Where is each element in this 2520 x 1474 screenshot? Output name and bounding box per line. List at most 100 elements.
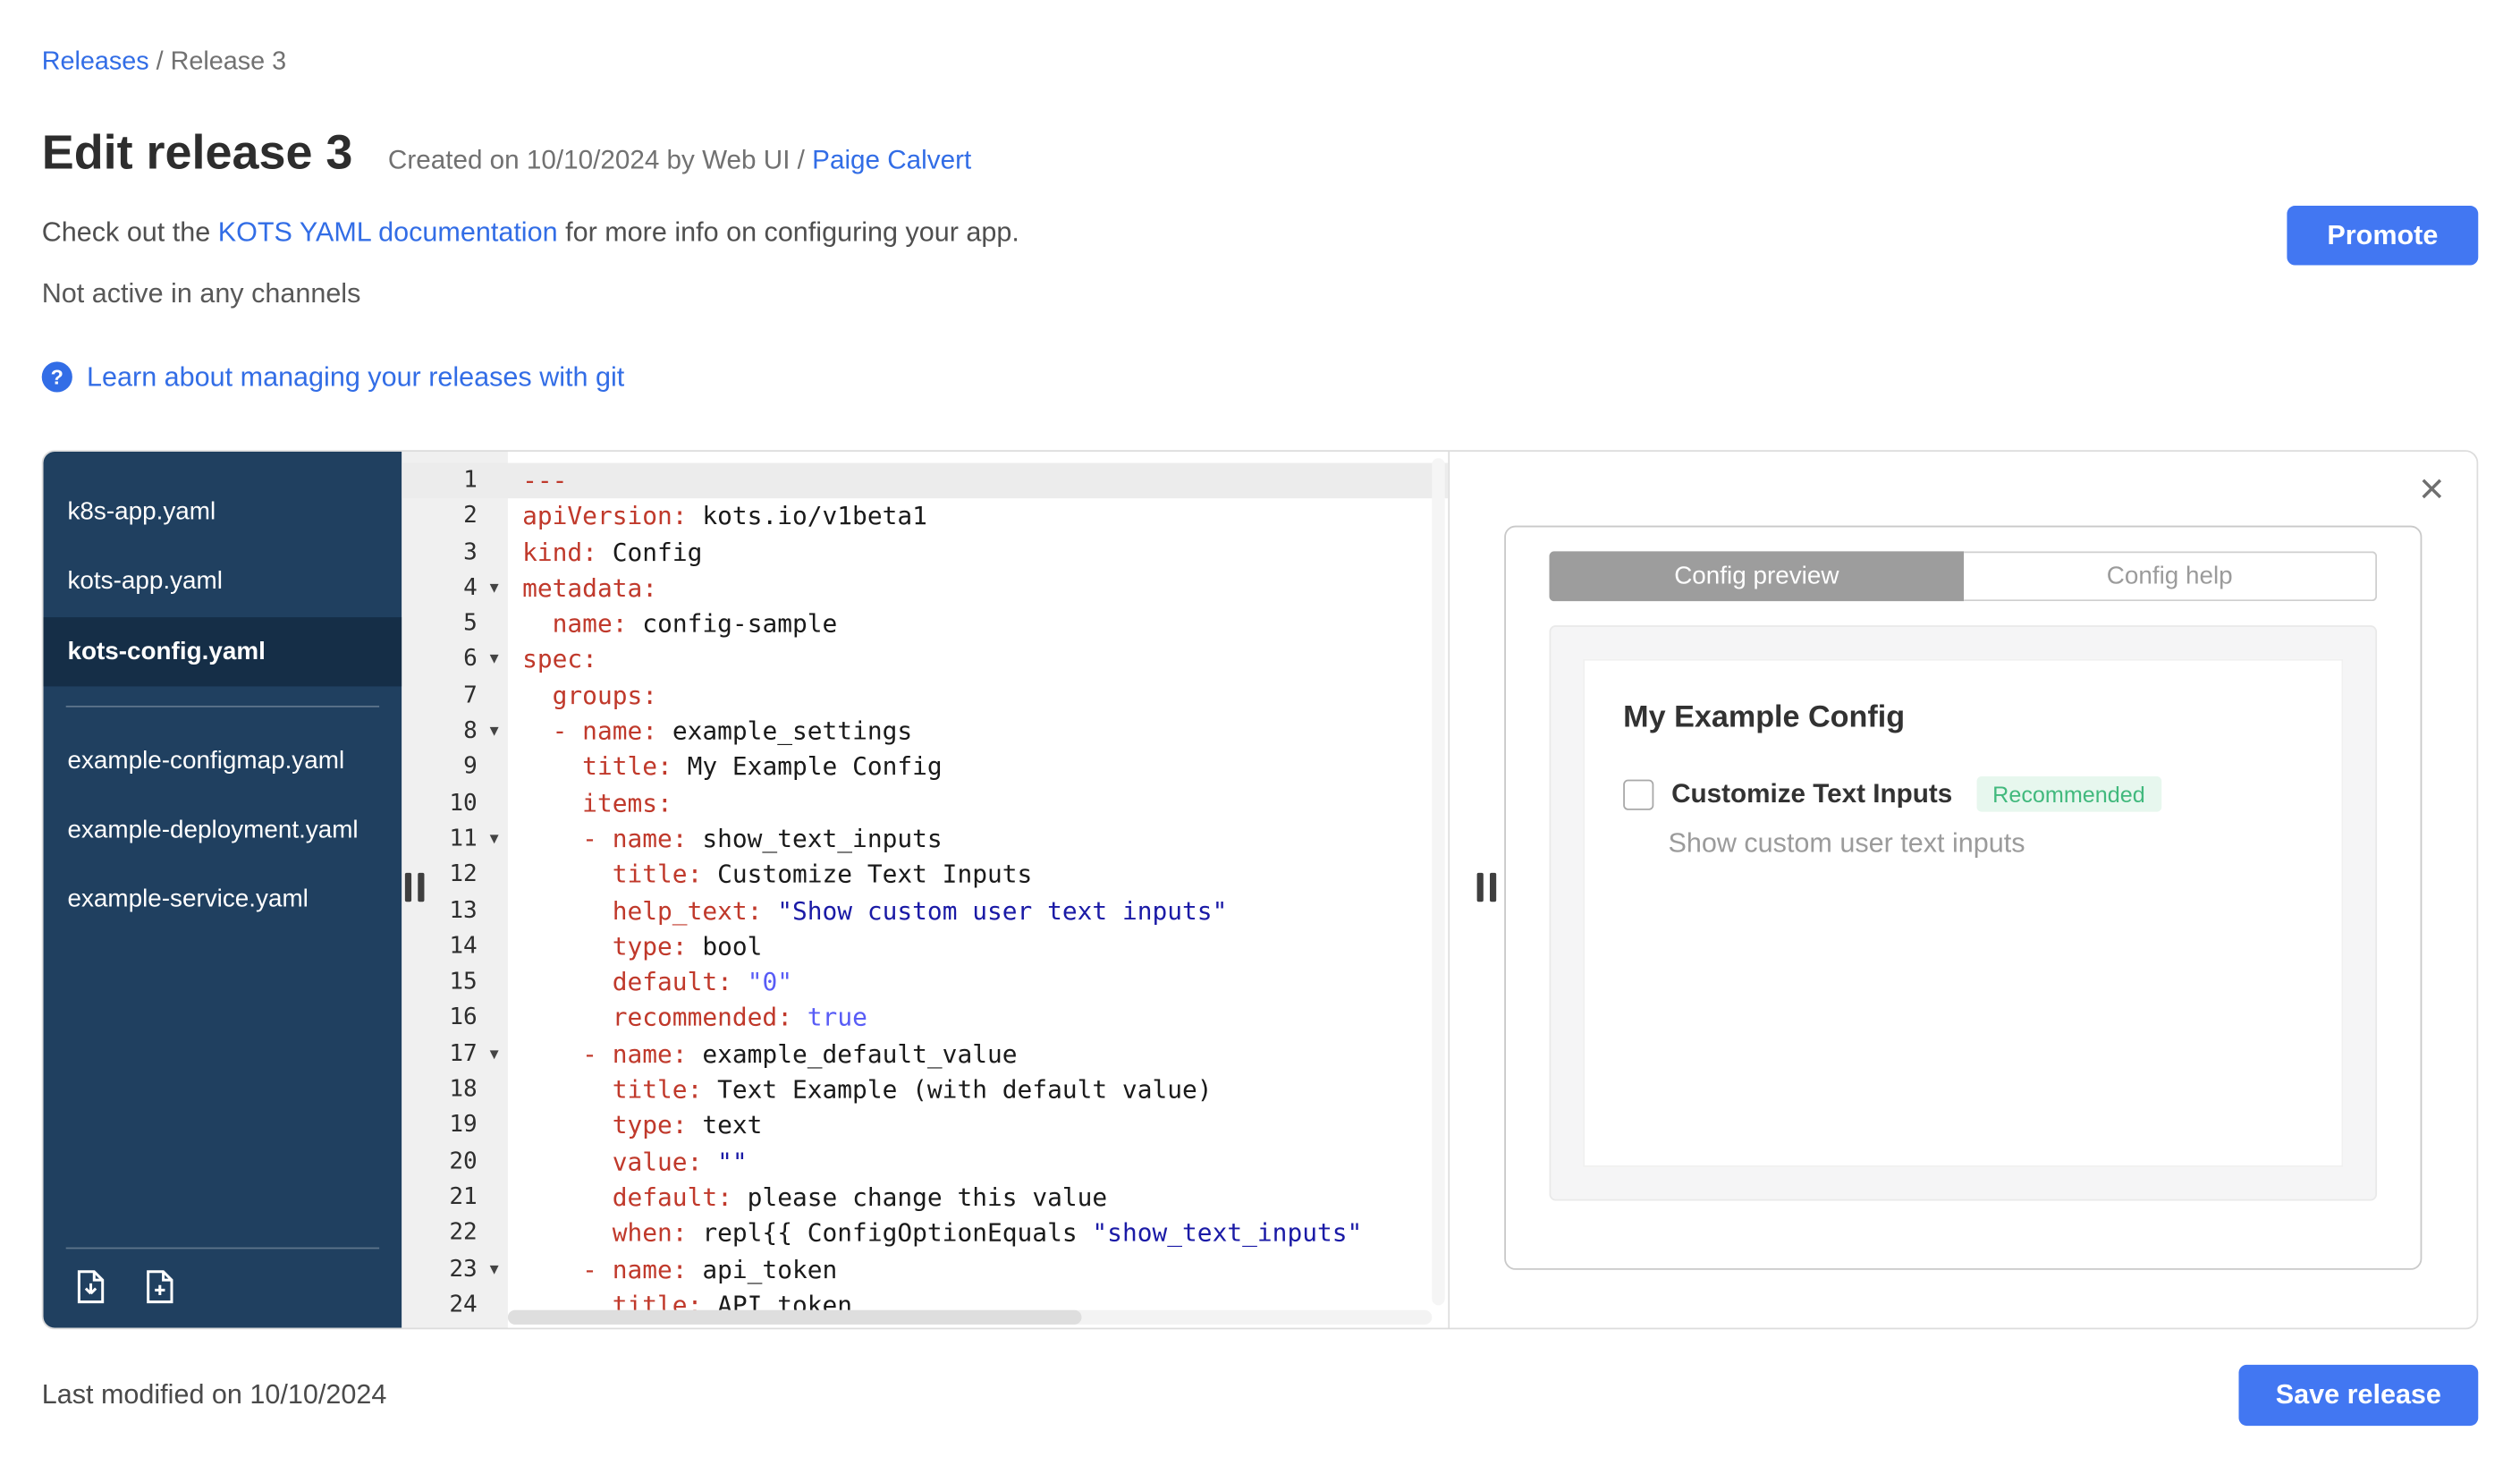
file-item[interactable]: example-deployment.yaml: [44, 796, 402, 866]
code-text: type: bool: [522, 932, 763, 961]
fold-caret-icon[interactable]: ▾: [480, 1251, 508, 1287]
fold-caret-empty: [480, 965, 508, 1001]
line-number: 8: [463, 718, 478, 745]
file-item[interactable]: k8s-app.yaml: [44, 478, 402, 547]
code-text: - name: api_token: [522, 1254, 838, 1284]
code-text: default: please change this value: [522, 1182, 1108, 1212]
new-file-icon[interactable]: [141, 1268, 178, 1305]
line-gutter: 23 ▾: [402, 1251, 508, 1287]
line-gutter: 10: [402, 785, 508, 821]
line-number: 10: [449, 790, 478, 817]
line-gutter: 4 ▾: [402, 571, 508, 606]
fold-caret-empty: [480, 1323, 508, 1327]
created-prefix: Created on 10/10/2024 by Web UI /: [387, 146, 813, 175]
breadcrumb-releases-link[interactable]: Releases: [42, 48, 149, 76]
author-link[interactable]: Paige Calvert: [812, 147, 971, 175]
fold-caret-empty: [480, 1144, 508, 1180]
code-line[interactable]: 16 recommended: true: [402, 1001, 1448, 1037]
line-number: 22: [449, 1220, 478, 1247]
code-line[interactable]: 12 title: Customize Text Inputs: [402, 857, 1448, 893]
file-item[interactable]: example-configmap.yaml: [44, 726, 402, 796]
fold-caret-icon[interactable]: ▾: [480, 1037, 508, 1072]
line-gutter: 9: [402, 750, 508, 785]
fold-caret-empty: [480, 606, 508, 642]
promote-button[interactable]: Promote: [2287, 206, 2479, 266]
config-checkbox[interactable]: [1623, 778, 1654, 809]
line-number: 18: [449, 1077, 478, 1103]
code-line[interactable]: 3 kind: Config: [402, 535, 1448, 571]
save-release-button[interactable]: Save release: [2238, 1364, 2479, 1427]
fold-caret-icon[interactable]: ▾: [480, 642, 508, 678]
code-line[interactable]: 5 name: config-sample: [402, 606, 1448, 642]
file-item[interactable]: example-service.yaml: [44, 865, 402, 935]
line-gutter: 21: [402, 1180, 508, 1216]
last-modified-text: Last modified on 10/10/2024: [41, 1378, 387, 1410]
code-line[interactable]: 10 items:: [402, 785, 1448, 821]
code-line[interactable]: 21 default: please change this value: [402, 1180, 1448, 1216]
code-line[interactable]: 11 ▾ - name: show_text_inputs: [402, 821, 1448, 857]
code-text: when: repl{{ ConfigOptionEquals "show_te…: [522, 1218, 1363, 1249]
line-number: 19: [449, 1113, 478, 1139]
line-gutter: 7: [402, 678, 508, 714]
code-line[interactable]: 7 groups:: [402, 678, 1448, 714]
fold-caret-icon[interactable]: ▾: [480, 571, 508, 606]
code-text: - name: example_settings: [522, 716, 913, 747]
code-lines: 1 --- 2 apiVersion: kots.io/v1beta1 3 kind: C…: [402, 462, 1449, 1327]
code-line[interactable]: 15 default: "0": [402, 965, 1448, 1001]
code-editor[interactable]: 1 --- 2 apiVersion: kots.io/v1beta1 3 kind: C…: [402, 452, 1449, 1328]
docs-suffix: for more info on configuring your app.: [557, 216, 1019, 248]
line-number: 17: [449, 1041, 478, 1067]
code-line[interactable]: 23 ▾ - name: api_token: [402, 1251, 1448, 1287]
kots-yaml-docs-link[interactable]: KOTS YAML documentation: [218, 217, 558, 248]
config-group-title: My Example Config: [1623, 700, 1906, 735]
breadcrumb: Releases / Release 3: [42, 0, 2479, 77]
line-number: 15: [449, 969, 478, 995]
fold-caret-empty: [480, 1072, 508, 1108]
import-file-icon[interactable]: [72, 1268, 109, 1305]
code-line[interactable]: 2 apiVersion: kots.io/v1beta1: [402, 499, 1448, 535]
code-line[interactable]: 22 when: repl{{ ConfigOptionEquals "show…: [402, 1216, 1448, 1251]
drag-handle-left[interactable]: [404, 872, 425, 902]
fold-caret-icon[interactable]: ▾: [480, 714, 508, 750]
fold-caret-empty: [480, 535, 508, 571]
line-gutter: 22: [402, 1216, 508, 1251]
close-icon[interactable]: ×: [2419, 467, 2444, 512]
line-number: 20: [449, 1148, 478, 1175]
code-line[interactable]: 20 value: "": [402, 1144, 1448, 1180]
code-line[interactable]: 9 title: My Example Config: [402, 750, 1448, 785]
tab-config-preview[interactable]: Config preview: [1549, 551, 1965, 602]
fold-caret-empty: [480, 893, 508, 928]
fold-caret-icon[interactable]: ▾: [480, 821, 508, 857]
tab-config-help[interactable]: Config help: [1964, 551, 2378, 602]
code-line[interactable]: 1 ---: [402, 462, 1449, 499]
code-line[interactable]: 19 type: text: [402, 1108, 1448, 1144]
file-item[interactable]: kots-app.yaml: [44, 546, 402, 616]
footer-row: Last modified on 10/10/2024 Save release: [41, 1364, 2479, 1427]
code-text: title: Text Example (with default value): [522, 1075, 1213, 1105]
code-text: items:: [522, 788, 672, 818]
code-line[interactable]: 18 title: Text Example (with default val…: [402, 1072, 1448, 1108]
file-item[interactable]: kots-config.yaml: [43, 616, 402, 686]
app-window: Releases / Release 3 Edit release 3 Crea…: [0, 0, 2520, 1474]
code-text: metadata:: [522, 573, 658, 603]
code-text: title: My Example Config: [522, 752, 943, 783]
recommended-badge: Recommended: [1976, 776, 2161, 812]
drag-handle-right[interactable]: [1476, 872, 1497, 902]
code-text: help_text: "Show custom user text inputs…: [522, 896, 1228, 926]
code-line[interactable]: 17 ▾ - name: example_default_value: [402, 1037, 1448, 1072]
code-line[interactable]: 6 ▾ spec:: [402, 642, 1448, 678]
line-number: 11: [449, 826, 478, 852]
code-line[interactable]: 14 type: bool: [402, 929, 1448, 965]
git-releases-link[interactable]: Learn about managing your releases with …: [87, 359, 624, 395]
code-text: kind: Config: [522, 538, 703, 567]
line-number: 1: [463, 467, 478, 494]
line-gutter: 1: [402, 463, 508, 499]
horizontal-scrollbar[interactable]: [507, 1309, 1433, 1325]
code-line[interactable]: 13 help_text: "Show custom user text inp…: [402, 893, 1448, 928]
line-gutter: 24: [402, 1287, 508, 1323]
title-row: Edit release 3 Created on 10/10/2024 by …: [42, 125, 2479, 183]
code-line[interactable]: 8 ▾ - name: example_settings: [402, 714, 1448, 750]
vertical-scrollbar[interactable]: [1432, 458, 1445, 1306]
code-line[interactable]: 4 ▾ metadata:: [402, 571, 1448, 606]
page-title: Edit release 3: [41, 126, 353, 181]
